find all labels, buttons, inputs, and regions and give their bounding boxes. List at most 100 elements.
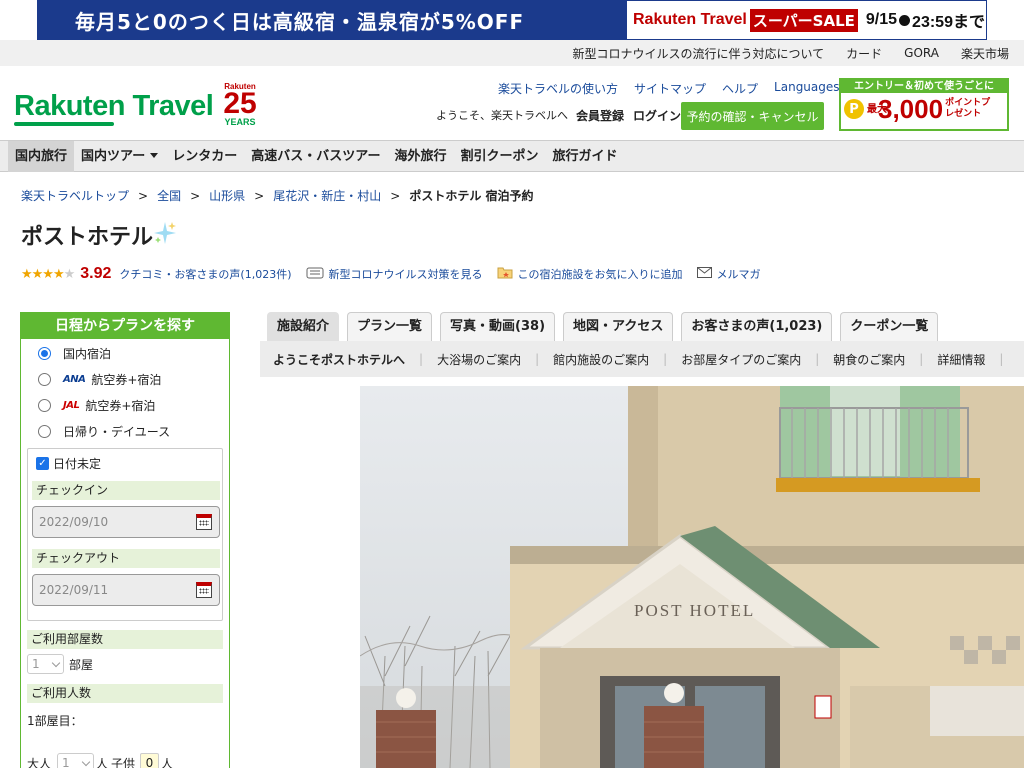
promo-top-text: エントリー＆初めて使うごとに: [841, 80, 1007, 93]
site-header: Rakuten Travel Rakuten 25 YEARS 楽天トラベルの使…: [0, 66, 1024, 140]
subnav-divider: |: [919, 352, 924, 366]
util-link-ichiba[interactable]: 楽天市場: [961, 45, 1009, 62]
languages-label: Languages: [774, 80, 840, 94]
reviews-link[interactable]: クチコミ・お客さまの声(1,023件): [119, 266, 291, 282]
add-favorite-link[interactable]: この宿泊施設をお気に入りに追加: [518, 266, 683, 282]
reservation-check-button[interactable]: 予約の確認・キャンセル: [681, 102, 824, 130]
option-jal-flight-hotel[interactable]: JAL 航空券+宿泊: [38, 397, 155, 413]
nav-guide[interactable]: 旅行ガイド: [546, 141, 625, 172]
option-domestic-stay-label: 国内宿泊: [63, 346, 112, 361]
register-link[interactable]: 会員登録: [576, 107, 624, 124]
promo-amount: 3,000: [878, 94, 944, 124]
covid-measures-link[interactable]: 新型コロナウイルス対策を見る: [329, 266, 483, 282]
child-unit: 人: [161, 757, 174, 768]
covid-info-icon: [306, 267, 324, 282]
clock-icon: [899, 14, 911, 26]
header-nav: 楽天トラベルの使い方 サイトマップ ヘルプ Languages: [498, 80, 868, 97]
option-ana-flight-hotel[interactable]: ANA 航空券+宿泊: [38, 371, 161, 387]
child-count-input[interactable]: 0: [140, 753, 159, 768]
guests-label: ご利用人数: [27, 684, 223, 703]
newsletter-link[interactable]: メルマガ: [717, 266, 761, 282]
breadcrumb-sep: >: [190, 189, 201, 203]
subnav-breakfast[interactable]: 朝食のご案内: [833, 351, 905, 368]
breadcrumb-area[interactable]: 尾花沢・新庄・村山: [273, 189, 381, 203]
subnav-bath[interactable]: 大浴場のご案内: [437, 351, 521, 368]
option-domestic-stay[interactable]: 国内宿泊: [38, 345, 111, 361]
rakuten-travel-logo[interactable]: Rakuten Travel: [14, 90, 214, 126]
checkout-date-input[interactable]: 2022/09/11: [32, 574, 220, 606]
calendar-icon[interactable]: [196, 582, 212, 598]
adult-label: 大人: [27, 757, 52, 768]
subnav-facilities[interactable]: 館内施設のご案内: [553, 351, 649, 368]
date-selector: ✓ 日付未定 チェックイン 2022/09/10 チェックアウト 2022/09…: [27, 448, 223, 621]
banner-time: 23:59まで: [912, 14, 985, 31]
radio-day-use[interactable]: [38, 424, 51, 438]
checkin-date-value: 2022/09/10: [39, 515, 109, 529]
checkin-date-input[interactable]: 2022/09/10: [32, 506, 220, 538]
rooms-select[interactable]: 1: [27, 654, 64, 674]
date-undecided-checkbox-row[interactable]: ✓ 日付未定: [36, 455, 101, 472]
banner-sale-panel: Rakuten Travel スーパーSALE 9/15 23:59まで: [626, 0, 987, 40]
nav-bus[interactable]: 高速バス・バスツアー: [244, 141, 387, 172]
star-rating: ★★★★★: [21, 266, 75, 282]
calendar-icon[interactable]: [196, 514, 212, 530]
adult-select[interactable]: 1: [57, 753, 94, 768]
radio-jal-flight-hotel[interactable]: [38, 398, 51, 412]
tab-photos[interactable]: 写真・動画(38): [440, 312, 556, 341]
rooms-unit: 部屋: [69, 658, 94, 672]
nav-domestic-tour[interactable]: 国内ツアー: [74, 141, 165, 172]
util-link-gora[interactable]: GORA: [904, 46, 939, 60]
nav-rental-car[interactable]: レンタカー: [165, 141, 244, 172]
points-promo-banner[interactable]: エントリー＆初めて使うごとに P 最大 3,000 ポイントプレゼント: [839, 78, 1009, 131]
option-day-use[interactable]: 日帰り・デイユース: [38, 423, 170, 439]
plan-search-panel: 日程からプランを探す 国内宿泊 ANA 航空券+宿泊 JAL 航空券+宿泊 日帰…: [20, 312, 230, 768]
breadcrumb-sep: >: [138, 189, 149, 203]
header-link-howto[interactable]: 楽天トラベルの使い方: [498, 80, 618, 97]
date-undecided-label: 日付未定: [53, 457, 102, 471]
main-nav: 国内旅行 国内ツアー レンタカー 高速バス・バスツアー 海外旅行 割引クーポン …: [0, 140, 1024, 172]
nav-domestic[interactable]: 国内旅行: [8, 141, 75, 172]
tab-reviews[interactable]: お客さまの声(1,023): [681, 312, 833, 341]
breadcrumb-current: ポストホテル 宿泊予約: [409, 189, 534, 203]
facility-subnav: ようこそポストホテルへ | 大浴場のご案内 | 館内施設のご案内 | お部屋タイプのご…: [260, 341, 1024, 377]
anniv-number: 25: [223, 87, 257, 120]
promo-max: 最大: [867, 103, 887, 115]
nav-overseas[interactable]: 海外旅行: [388, 141, 454, 172]
tab-map[interactable]: 地図・アクセス: [563, 312, 674, 341]
header-link-help[interactable]: ヘルプ: [722, 80, 758, 97]
promo-banner[interactable]: 毎月5と0のつく日は高級宿・温泉宿が5%OFF Rakuten Travel ス…: [37, 0, 987, 40]
util-link-card[interactable]: カード: [846, 45, 882, 62]
breadcrumb: 楽天トラベルトップ > 全国 > 山形県 > 尾花沢・新庄・村山 > ポストホテル 宿泊予約: [21, 187, 534, 204]
welcome-text: ようこそ、楽天トラベルへ: [436, 109, 568, 122]
subnav-details[interactable]: 詳細情報: [937, 351, 985, 368]
banner-campaign-text: 毎月5と0のつく日は高級宿・温泉宿が5%OFF: [75, 9, 525, 34]
breadcrumb-sep: >: [390, 189, 401, 203]
subnav-room-types[interactable]: お部屋タイプのご案内: [681, 351, 801, 368]
breadcrumb-national[interactable]: 全国: [157, 189, 181, 203]
tab-coupons[interactable]: クーポン一覧: [840, 312, 939, 341]
subnav-welcome[interactable]: ようこそポストホテルへ: [273, 351, 405, 368]
breadcrumb-prefecture[interactable]: 山形県: [209, 189, 245, 203]
util-link-covid[interactable]: 新型コロナウイルスの流行に伴う対応について: [573, 45, 825, 62]
point-coin-icon: P: [844, 99, 864, 119]
adult-unit: 人: [96, 757, 109, 768]
subnav-divider: |: [663, 352, 668, 366]
favorite-folder-icon: [497, 266, 513, 282]
nav-coupon[interactable]: 割引クーポン: [454, 141, 546, 172]
photo-sign-text: POST HOTEL: [634, 601, 755, 620]
rating-score: 3.92: [80, 265, 112, 282]
option-ana-label: 航空券+宿泊: [91, 372, 162, 387]
date-undecided-checkbox[interactable]: ✓: [36, 457, 49, 470]
breadcrumb-top[interactable]: 楽天トラベルトップ: [21, 189, 129, 203]
login-link[interactable]: ログイン: [633, 107, 681, 124]
rating-row: ★★★★★ 3.92 クチコミ・お客さまの声(1,023件) 新型コロナウイルス…: [21, 264, 761, 284]
promo-unit: ポイントプレゼント: [945, 98, 991, 119]
nav-domestic-tour-label: 国内ツアー: [81, 149, 146, 164]
radio-ana-flight-hotel[interactable]: [38, 372, 51, 386]
checkout-date-value: 2022/09/11: [39, 583, 109, 597]
tab-facility-info[interactable]: 施設紹介: [267, 312, 340, 341]
header-link-sitemap[interactable]: サイトマップ: [634, 80, 706, 97]
subnav-divider: |: [999, 352, 1004, 366]
radio-domestic-stay[interactable]: [38, 346, 51, 360]
tab-plans[interactable]: プラン一覧: [347, 312, 433, 341]
